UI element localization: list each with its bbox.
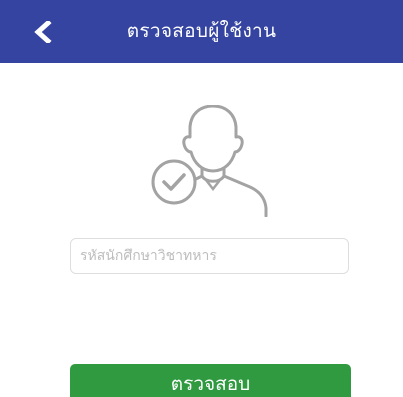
- app-header: ตรวจสอบผู้ใช้งาน: [0, 0, 403, 63]
- student-id-input[interactable]: [70, 238, 349, 274]
- verify-user-screen: ตรวจสอบผู้ใช้งาน ตรวจสอบ: [0, 0, 403, 397]
- user-verified-icon: [146, 105, 276, 217]
- page-title: ตรวจสอบผู้ใช้งาน: [126, 20, 277, 42]
- check-button[interactable]: ตรวจสอบ: [70, 364, 351, 397]
